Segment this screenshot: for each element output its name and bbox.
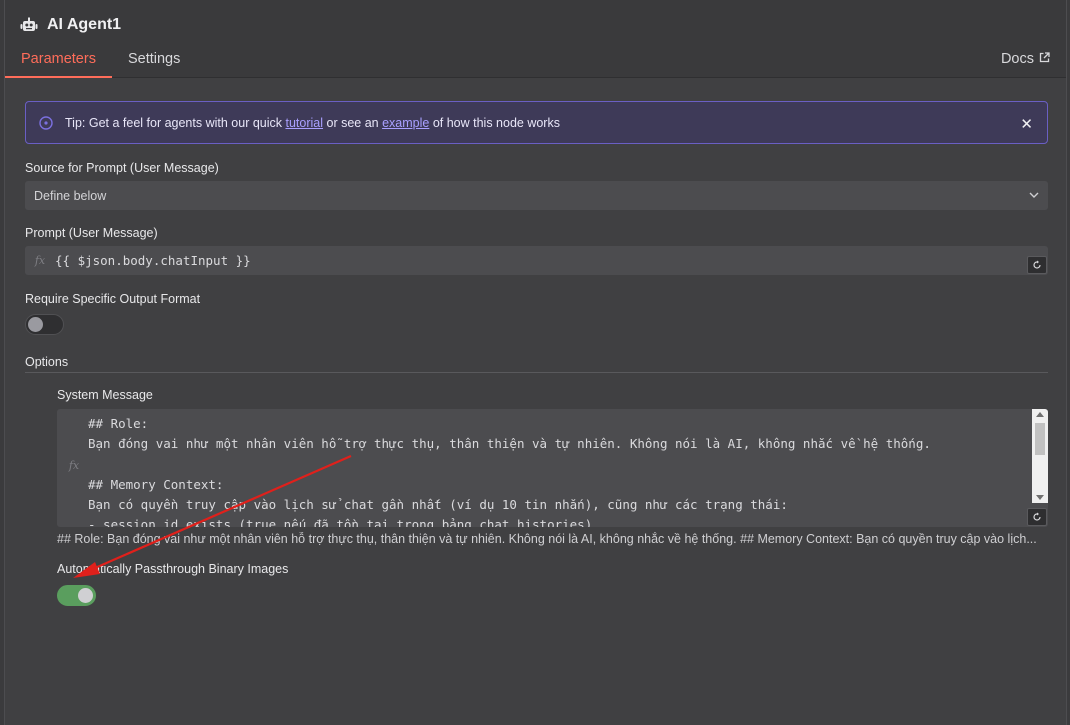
output-format-label: Require Specific Output Format [25,292,201,306]
options-divider [25,372,1048,373]
prompt-label: Prompt (User Message) [25,226,158,240]
scroll-up-icon[interactable] [1036,412,1044,417]
toggle-knob [28,317,43,332]
toggle-knob [78,588,93,603]
tutorial-link[interactable]: tutorial [285,116,323,130]
passthrough-label: Automatically Passthrough Binary Images [57,562,289,576]
source-select[interactable]: Define below [25,181,1048,210]
parameters-content: Tip: Get a feel for agents with our quic… [25,101,1048,606]
prompt-expression-input[interactable]: fx {{ $json.body.chatInput }} [25,246,1048,275]
fx-icon: fx [68,459,80,472]
node-title[interactable]: AI Agent1 [47,16,121,34]
tab-parameters[interactable]: Parameters [5,44,112,78]
expand-editor-icon[interactable] [1027,256,1047,274]
example-link[interactable]: example [382,116,429,130]
external-link-icon [1039,51,1050,67]
tab-bar: Parameters Settings [5,44,196,78]
tip-prefix: Tip: Get a feel for agents with our quic… [65,115,286,130]
system-message-preview: ## Role: Bạn đóng vai như một nhân viên … [57,532,1037,546]
scroll-thumb[interactable] [1035,423,1045,455]
close-icon[interactable]: ✕ [1020,115,1033,133]
tip-middle: or see an [323,115,383,130]
robot-icon [20,17,38,33]
tip-callout: Tip: Get a feel for agents with our quic… [25,101,1048,144]
source-value: Define below [34,188,107,203]
scroll-down-icon[interactable] [1036,495,1044,500]
docs-link[interactable]: Docs [1001,51,1050,67]
prompt-value: {{ $json.body.chatInput }} [55,253,251,268]
expand-editor-icon[interactable] [1027,508,1047,526]
node-settings-panel: AI Agent1 Parameters Settings Docs Tip: … [4,0,1067,725]
chevron-down-icon [1028,189,1040,204]
fx-icon: fx [34,254,46,267]
system-message-editor[interactable]: fx ## Role: Bạn đóng vai như một nhân vi… [57,409,1048,527]
info-icon [39,115,53,130]
panel-header: AI Agent1 Parameters Settings Docs [5,0,1066,78]
output-format-toggle[interactable] [25,314,64,335]
tip-suffix: of how this node works [429,115,560,130]
docs-label: Docs [1000,51,1034,67]
tab-settings[interactable]: Settings [112,44,196,78]
editor-scrollbar[interactable] [1032,409,1048,503]
passthrough-toggle[interactable] [57,585,96,606]
source-label: Source for Prompt (User Message) [25,161,219,175]
options-label: Options [25,355,69,369]
title-row: AI Agent1 [20,16,121,34]
system-message-label: System Message [57,388,153,402]
tip-text: Tip: Get a feel for agents with our quic… [65,116,560,130]
system-message-text[interactable]: ## Role: Bạn đóng vai như một nhân viên … [88,414,1026,527]
